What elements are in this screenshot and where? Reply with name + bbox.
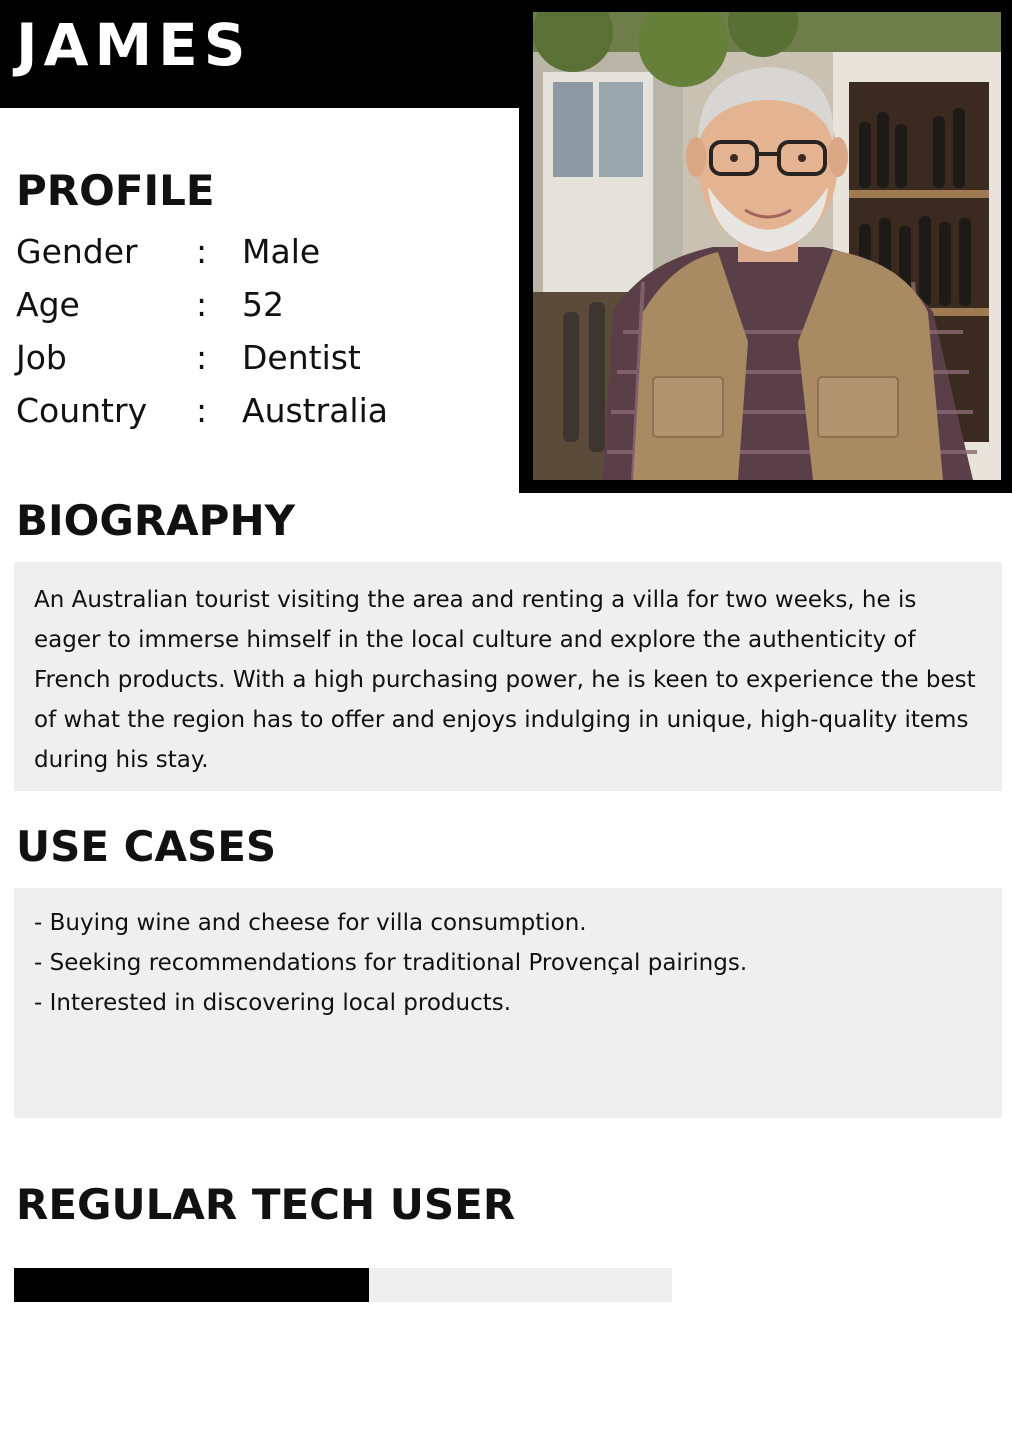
photo-frame <box>519 0 1012 493</box>
profile-separator: : <box>196 232 208 271</box>
profile-separator: : <box>196 391 208 430</box>
profile-title: PROFILE <box>16 166 215 215</box>
biography-title: BIOGRAPHY <box>16 496 296 545</box>
use-cases-title: USE CASES <box>16 822 277 871</box>
use-cases-box: - Buying wine and cheese for villa consu… <box>14 888 1002 1118</box>
list-item: - Buying wine and cheese for villa consu… <box>34 910 587 936</box>
profile-label: Job <box>16 338 67 377</box>
profile-value: Male <box>242 232 321 271</box>
persona-name: JAMES <box>16 11 252 79</box>
profile-value: Australia <box>242 391 388 430</box>
tech-user-title: REGULAR TECH USER <box>16 1180 516 1229</box>
profile-separator: : <box>196 285 208 324</box>
profile-separator: : <box>196 338 208 377</box>
persona-photo <box>533 12 1001 480</box>
profile-label: Gender <box>16 232 138 271</box>
biography-box: An Australian tourist visiting the area … <box>14 562 1002 791</box>
tech-level-bar <box>14 1268 672 1302</box>
list-item: - Seeking recommendations for traditiona… <box>34 950 748 976</box>
list-item: - Interested in discovering local produc… <box>34 990 512 1016</box>
name-header: JAMES <box>0 0 522 108</box>
profile-value: 52 <box>242 285 284 324</box>
tech-level-fill <box>14 1268 370 1302</box>
profile-label: Age <box>16 285 80 324</box>
biography-text: An Australian tourist visiting the area … <box>34 587 976 773</box>
profile-value: Dentist <box>242 338 361 377</box>
profile-label: Country <box>16 391 148 430</box>
